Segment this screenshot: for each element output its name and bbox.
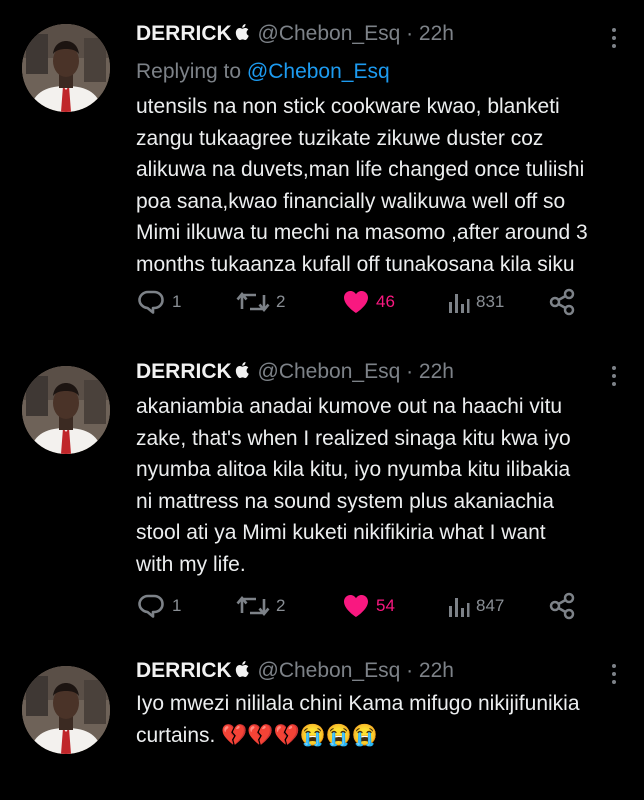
handle[interactable]: @Chebon_Esq <box>258 22 401 45</box>
timestamp[interactable]: · 22h <box>406 22 454 45</box>
retweet-icon <box>236 289 270 315</box>
tweet-text: akaniambia anadai kumove out na haachi v… <box>136 395 571 576</box>
reply-icon <box>136 289 166 315</box>
timestamp[interactable]: · 22h <box>406 360 454 383</box>
reply-button[interactable]: 1 <box>136 590 181 622</box>
tweet-text: utensils na non stick cookware kwao, bla… <box>136 95 588 276</box>
views-icon <box>448 290 470 314</box>
handle[interactable]: @Chebon_Esq <box>258 659 401 682</box>
more-options-icon[interactable] <box>604 362 624 390</box>
share-icon <box>548 592 576 620</box>
like-count: 54 <box>376 596 395 615</box>
view-count: 847 <box>476 596 505 615</box>
display-name[interactable]: DERRICK <box>136 22 232 45</box>
heart-icon <box>342 593 370 619</box>
reply-icon <box>136 593 166 619</box>
tweet-text: Iyo mwezi nililala chini Kama mifugo nik… <box>136 692 580 747</box>
reply-count: 1 <box>172 596 182 615</box>
tweet-actions: 1 2 46 831 <box>136 286 596 318</box>
handle[interactable]: @Chebon_Esq <box>258 360 401 383</box>
avatar[interactable] <box>22 24 110 112</box>
tweet-header: DERRICK @Chebon_Esq · 22h <box>136 360 454 384</box>
retweet-icon <box>236 593 270 619</box>
avatar[interactable] <box>22 366 110 454</box>
retweet-count: 2 <box>276 596 286 615</box>
retweet-count: 2 <box>276 292 286 311</box>
reply-button[interactable]: 1 <box>136 286 181 318</box>
apple-logo-icon <box>232 360 252 383</box>
share-button[interactable] <box>548 590 576 622</box>
like-button[interactable]: 54 <box>342 590 395 622</box>
avatar[interactable] <box>22 666 110 754</box>
display-name[interactable]: DERRICK <box>136 659 232 682</box>
view-count: 831 <box>476 292 505 311</box>
replying-to-prefix: Replying to <box>136 60 247 83</box>
display-name[interactable]: DERRICK <box>136 360 232 383</box>
timestamp[interactable]: · 22h <box>406 659 454 682</box>
share-button[interactable] <box>548 286 576 318</box>
more-options-icon[interactable] <box>604 24 624 52</box>
more-options-icon[interactable] <box>604 660 624 688</box>
heart-icon <box>342 289 370 315</box>
retweet-button[interactable]: 2 <box>236 286 285 318</box>
tweet-header: DERRICK @Chebon_Esq · 22h <box>136 659 454 683</box>
apple-logo-icon <box>232 22 252 45</box>
views-button[interactable]: 831 <box>448 286 504 318</box>
retweet-button[interactable]: 2 <box>236 590 285 622</box>
views-icon <box>448 594 470 618</box>
replying-to-link[interactable]: @Chebon_Esq <box>247 60 390 83</box>
share-icon <box>548 288 576 316</box>
tweet-actions: 1 2 54 847 <box>136 590 596 622</box>
like-count: 46 <box>376 292 395 311</box>
replying-to: Replying to @Chebon_Esq <box>136 60 390 84</box>
views-button[interactable]: 847 <box>448 590 504 622</box>
like-button[interactable]: 46 <box>342 286 395 318</box>
reply-count: 1 <box>172 292 182 311</box>
tweet-header: DERRICK @Chebon_Esq · 22h <box>136 22 454 46</box>
apple-logo-icon <box>232 659 252 682</box>
